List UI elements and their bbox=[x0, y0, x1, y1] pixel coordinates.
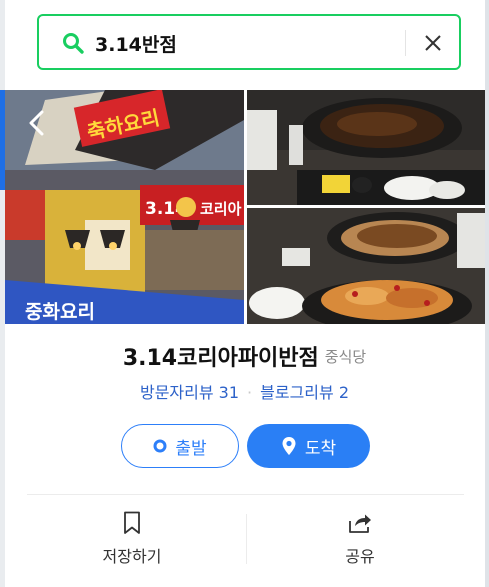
search-bar bbox=[37, 14, 461, 70]
jajang-bowl-image bbox=[247, 90, 485, 205]
action-divider bbox=[246, 514, 247, 564]
save-button[interactable]: 저장하기 bbox=[72, 510, 192, 566]
depart-label: 출발 bbox=[175, 438, 207, 459]
location-pin-icon bbox=[282, 437, 296, 455]
food-photo-2[interactable] bbox=[247, 208, 485, 324]
search-icon bbox=[63, 33, 84, 54]
review-row: 방문자리뷰 31 · 블로그리뷰 2 bbox=[0, 379, 489, 403]
search-divider bbox=[405, 30, 406, 56]
store-sign-sub-text: 코리아 bbox=[200, 200, 242, 218]
blog-review-count: 2 bbox=[338, 383, 350, 402]
section-divider bbox=[27, 494, 464, 495]
photo-gallery[interactable]: 축하요리 3.14 코리아 중화요리 bbox=[5, 90, 485, 324]
share-icon bbox=[349, 514, 371, 533]
place-category: 중식당 bbox=[324, 347, 367, 366]
chevron-left-icon[interactable] bbox=[25, 108, 49, 138]
right-scrollbar[interactable] bbox=[485, 0, 489, 587]
blog-review-link[interactable]: 블로그리뷰 2 bbox=[260, 383, 349, 402]
radio-dot-icon bbox=[153, 439, 167, 453]
close-icon[interactable] bbox=[417, 27, 449, 59]
bookmark-icon bbox=[124, 511, 140, 534]
arrive-button[interactable]: 도착 bbox=[247, 424, 370, 468]
bottom-banner-text: 중화요리 bbox=[25, 301, 95, 323]
blog-review-label: 블로그리뷰 bbox=[260, 383, 334, 402]
visitor-review-label: 방문자리뷰 bbox=[139, 383, 214, 402]
share-button[interactable]: 공유 bbox=[300, 510, 420, 566]
arrive-label: 도착 bbox=[304, 438, 337, 459]
share-label: 공유 bbox=[345, 547, 375, 566]
food-photo-1[interactable] bbox=[247, 90, 485, 205]
place-name: 3.14코리아파이반점 bbox=[122, 346, 319, 371]
visitor-review-count: 31 bbox=[218, 383, 240, 402]
review-separator: · bbox=[247, 383, 253, 402]
save-label: 저장하기 bbox=[102, 547, 162, 566]
noodle-and-chicken-image bbox=[247, 208, 485, 324]
visitor-review-link[interactable]: 방문자리뷰 31 bbox=[140, 383, 239, 402]
storefront-photo[interactable]: 축하요리 3.14 코리아 중화요리 bbox=[5, 90, 244, 324]
depart-button[interactable]: 출발 bbox=[121, 424, 239, 468]
place-title-row: 3.14코리아파이반점 중식당 bbox=[0, 340, 489, 372]
search-input[interactable] bbox=[95, 28, 395, 58]
